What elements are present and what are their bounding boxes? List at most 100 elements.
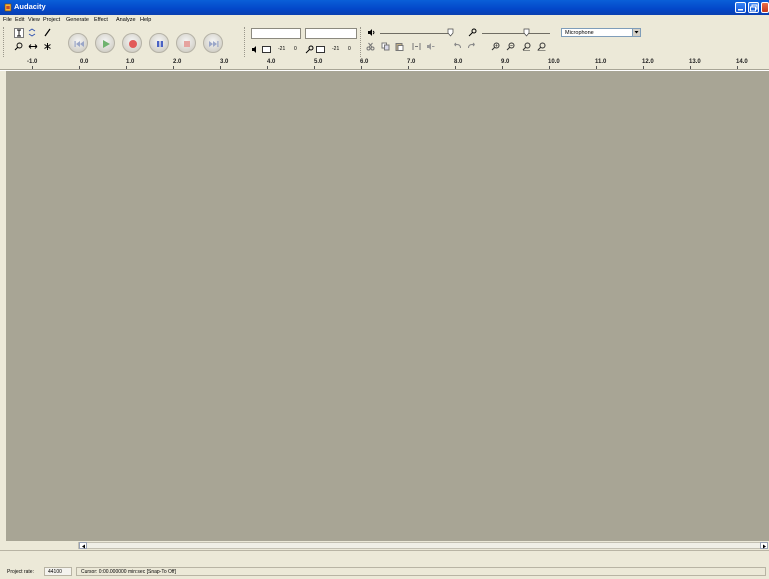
i-beam-icon	[17, 29, 21, 37]
envelope-tool[interactable]	[28, 28, 38, 38]
trim-icon[interactable]	[412, 42, 421, 51]
stop-icon	[184, 41, 190, 47]
copy-icon[interactable]	[381, 42, 390, 51]
chevron-down-icon	[632, 29, 640, 36]
selection-tool[interactable]	[14, 28, 24, 38]
project-rate-combo[interactable]: 44100	[44, 567, 72, 576]
playback-meter[interactable]	[251, 28, 301, 39]
timeline-ruler[interactable]: -1.0 0.0 1.0 2.0 3.0 4.0 5.0 6.0 7.0 8.0…	[0, 59, 769, 70]
zoom-out-icon[interactable]	[506, 42, 515, 51]
output-volume-slider[interactable]	[380, 33, 448, 34]
horizontal-scrollbar[interactable]	[0, 541, 769, 550]
ruler-tick	[690, 66, 691, 69]
ruler-tick	[220, 66, 221, 69]
cut-icon[interactable]	[366, 42, 375, 51]
scroll-right-icon	[763, 544, 766, 549]
menu-help[interactable]: Help	[140, 17, 151, 23]
pencil-icon	[44, 28, 51, 37]
microphone-icon	[305, 45, 314, 54]
menu-view[interactable]: View	[28, 17, 40, 23]
record-meter-dropdown[interactable]	[316, 46, 325, 53]
output-slider-thumb-icon[interactable]	[446, 28, 455, 37]
toolbar-grip-meter[interactable]	[244, 27, 246, 57]
status-message-panel: Cursor: 0:00.000000 min:sec [Snap-To Off…	[76, 567, 766, 576]
skip-to-end-button[interactable]	[203, 33, 223, 53]
record-meter[interactable]	[305, 28, 357, 39]
ruler-label: 9.0	[501, 59, 510, 65]
draw-tool[interactable]	[43, 28, 53, 38]
toolbar-grip-edit[interactable]	[360, 42, 362, 55]
play-button[interactable]	[95, 33, 115, 53]
ruler-label: 10.0	[548, 59, 560, 65]
ruler-label: 8.0	[454, 59, 463, 65]
track-panel[interactable]	[6, 71, 769, 541]
stop-button[interactable]	[176, 33, 196, 53]
skip-to-start-button[interactable]	[68, 33, 88, 53]
ruler-label: 0.0	[80, 59, 89, 65]
record-db-label: -21	[332, 46, 340, 52]
paste-icon[interactable]	[395, 42, 404, 51]
input-source-select[interactable]: Microphone	[561, 28, 641, 37]
ruler-label: 12.0	[642, 59, 654, 65]
ruler-tick	[549, 66, 550, 69]
silence-icon[interactable]	[426, 42, 435, 51]
pause-button[interactable]	[149, 33, 169, 53]
project-rate-value: 44100	[48, 569, 62, 575]
zoom-in-icon[interactable]	[491, 42, 500, 51]
undo-icon[interactable]	[453, 42, 462, 51]
menu-analyze[interactable]: Analyze	[116, 17, 136, 23]
input-volume-icon	[468, 28, 477, 37]
multi-tool[interactable]	[43, 42, 53, 52]
audacity-app-icon	[4, 3, 12, 12]
ruler-label: 6.0	[360, 59, 369, 65]
ruler-label: 4.0	[267, 59, 276, 65]
time-shift-tool[interactable]	[28, 42, 38, 52]
toolbar-area: -21 0 -21 0 Microphone	[0, 25, 769, 59]
scroll-left-button[interactable]	[79, 542, 87, 549]
input-source-value: Microphone	[565, 30, 594, 36]
fit-selection-icon[interactable]	[522, 42, 531, 51]
skip-end-icon	[209, 41, 219, 47]
ruler-label: 2.0	[173, 59, 182, 65]
asterisk-icon	[44, 43, 51, 50]
record-zero-label: 0	[348, 46, 351, 52]
ruler-label: 3.0	[220, 59, 229, 65]
close-button[interactable]	[761, 2, 769, 13]
playback-meter-dropdown[interactable]	[262, 46, 271, 53]
fit-project-icon[interactable]	[537, 42, 546, 51]
zoom-tool[interactable]	[14, 42, 24, 52]
menu-file[interactable]: File	[3, 17, 12, 23]
ruler-label: 7.0	[407, 59, 416, 65]
scrollbar-track[interactable]	[78, 542, 768, 549]
maximize-button[interactable]	[748, 2, 759, 13]
ruler-tick	[79, 66, 80, 69]
menu-project[interactable]: Project	[43, 17, 60, 23]
window-title: Audacity	[14, 2, 46, 11]
minimize-icon	[738, 9, 743, 11]
magnifier-icon	[14, 42, 23, 51]
menu-effect[interactable]: Effect	[94, 17, 108, 23]
ruler-tick	[314, 66, 315, 69]
record-button[interactable]	[122, 33, 142, 53]
status-bar: Project rate: 44100 Cursor: 0:00.000000 …	[0, 550, 769, 579]
record-icon	[129, 40, 137, 48]
restore-icon	[750, 4, 758, 12]
ruler-label: -1.0	[27, 59, 38, 65]
scroll-left-icon	[82, 544, 85, 549]
input-slider-thumb-icon[interactable]	[522, 28, 531, 37]
speaker-icon	[252, 46, 256, 53]
scroll-right-button[interactable]	[760, 542, 768, 549]
input-volume-slider[interactable]	[482, 33, 550, 34]
ruler-label: 5.0	[314, 59, 323, 65]
menu-edit[interactable]: Edit	[15, 17, 24, 23]
ruler-label: 14.0	[736, 59, 748, 65]
double-arrow-icon	[28, 44, 38, 49]
minimize-button[interactable]	[735, 2, 746, 13]
redo-icon[interactable]	[467, 42, 476, 51]
toolbar-grip[interactable]	[3, 27, 5, 57]
play-icon	[103, 40, 110, 48]
title-bar: Audacity	[0, 0, 769, 15]
project-rate-label: Project rate:	[7, 569, 34, 575]
ruler-label: 1.0	[126, 59, 135, 65]
menu-generate[interactable]: Generate	[66, 17, 89, 23]
